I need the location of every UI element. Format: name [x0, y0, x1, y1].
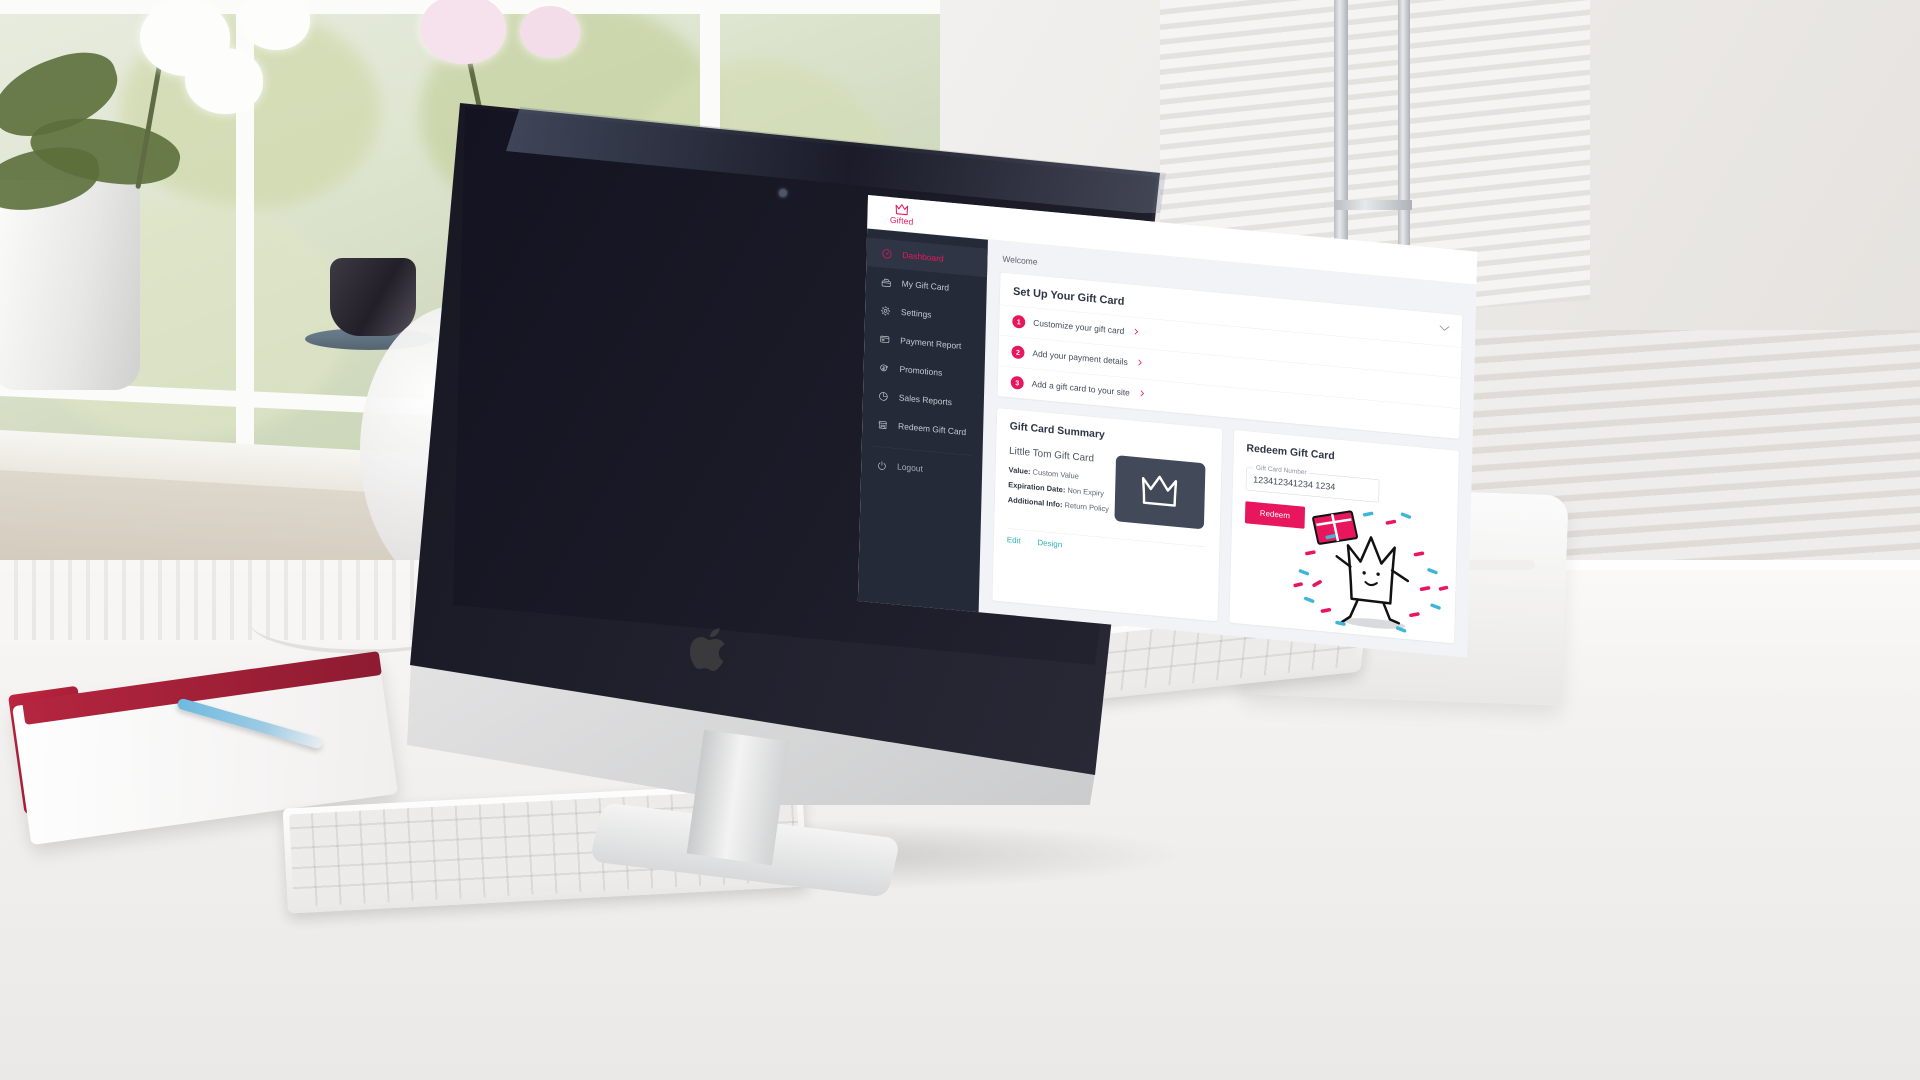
- logout-label: Logout: [896, 461, 924, 474]
- sidebar-item-label: Promotions: [899, 364, 943, 378]
- summary-row-value: Value: Custom Value: [1008, 466, 1109, 484]
- step-label: Add a gift card to your site: [1031, 379, 1130, 398]
- promotion-tag-icon: [877, 361, 890, 375]
- screen-content: Gifted Dashboard My Gift Card Settings P…: [857, 195, 1478, 658]
- crown-thumbnail-icon: [1138, 471, 1182, 513]
- row-label: Expiration Date:: [1008, 480, 1066, 495]
- row-label: Additional Info:: [1007, 495, 1063, 510]
- row-value: Return Policy: [1064, 500, 1110, 514]
- gifted-dashboard-app: Gifted Dashboard My Gift Card Settings P…: [857, 195, 1478, 658]
- imac-monitor: Gifted Dashboard My Gift Card Settings P…: [405, 85, 1478, 898]
- step-label: Add your payment details: [1032, 348, 1128, 367]
- pie-chart-icon: [877, 389, 890, 403]
- design-link[interactable]: Design: [1037, 539, 1062, 550]
- gift-card-icon: [880, 275, 893, 289]
- summary-row-additional-info: Additional Info: Return Policy: [1008, 496, 1109, 514]
- webcam: [779, 189, 787, 197]
- apple-logo-icon: [685, 620, 736, 678]
- row-label: Value:: [1008, 465, 1031, 477]
- power-icon: [875, 458, 888, 472]
- summary-row-expiration: Expiration Date: Non Expiry: [1008, 481, 1109, 499]
- sidebar-nav: Dashboard My Gift Card Settings Payment …: [857, 228, 988, 613]
- summary-title: Gift Card Summary: [1009, 420, 1105, 441]
- step-number-badge: 2: [1011, 345, 1025, 360]
- desk-photo-scene: Gifted Dashboard My Gift Card Settings P…: [0, 0, 1920, 1080]
- orchid-flower: [520, 6, 580, 58]
- crown-icon: [894, 203, 909, 216]
- summary-actions: Edit Design: [1007, 536, 1206, 564]
- orchid-flower: [185, 48, 263, 114]
- edit-link[interactable]: Edit: [1007, 536, 1021, 546]
- step-number-badge: 1: [1012, 314, 1026, 329]
- summary-details: Little Tom Gift Card Value: Custom Value…: [1008, 445, 1111, 520]
- floor-lamp-bar: [1334, 200, 1412, 210]
- sidebar-item-logout[interactable]: Logout: [861, 451, 982, 488]
- payment-card-icon: [878, 332, 891, 346]
- gear-icon: [879, 304, 892, 318]
- imac-stand-neck: [686, 729, 790, 866]
- dashboard-gauge-icon: [880, 247, 893, 261]
- confetti-character-illustration: [1287, 477, 1455, 642]
- store-icon: [876, 418, 889, 432]
- page-title: Set Up Your Gift Card: [1012, 284, 1125, 308]
- sidebar-item-label: Dashboard: [902, 250, 944, 264]
- gift-card-thumbnail[interactable]: [1114, 455, 1206, 530]
- sidebar-item-label: Redeem Gift Card: [897, 421, 967, 437]
- chevron-right-icon: [1140, 389, 1145, 399]
- sidebar-item-label: Payment Report: [900, 335, 962, 351]
- gift-card-name: Little Tom Gift Card: [1008, 445, 1095, 465]
- sidebar-item-label: Sales Reports: [898, 392, 952, 408]
- row-value: Non Expiry: [1067, 486, 1105, 499]
- chevron-down-icon[interactable]: [1439, 324, 1450, 335]
- step-label: Customize your gift card: [1033, 318, 1125, 337]
- chevron-right-icon: [1134, 328, 1139, 338]
- row-value: Custom Value: [1032, 467, 1079, 481]
- plant-pot: [0, 180, 140, 390]
- step-number-badge: 3: [1010, 375, 1024, 390]
- decor-vase: [330, 258, 416, 336]
- lower-panels: Gift Card Summary Little Tom Gift Card V…: [991, 407, 1460, 644]
- redeem-gift-card-panel: Redeem Gift Card Gift Card Number Redeem: [1228, 429, 1460, 644]
- gift-card-summary-panel: Gift Card Summary Little Tom Gift Card V…: [991, 407, 1223, 622]
- brand-logo[interactable]: Gifted: [880, 201, 923, 227]
- main-content: Welcome Set Up Your Gift Card 1 Customiz…: [979, 240, 1477, 658]
- sidebar-item-label: Settings: [900, 307, 932, 320]
- chevron-right-icon: [1138, 358, 1143, 368]
- sidebar-item-label: My Gift Card: [901, 278, 950, 293]
- brand-name: Gifted: [889, 214, 914, 227]
